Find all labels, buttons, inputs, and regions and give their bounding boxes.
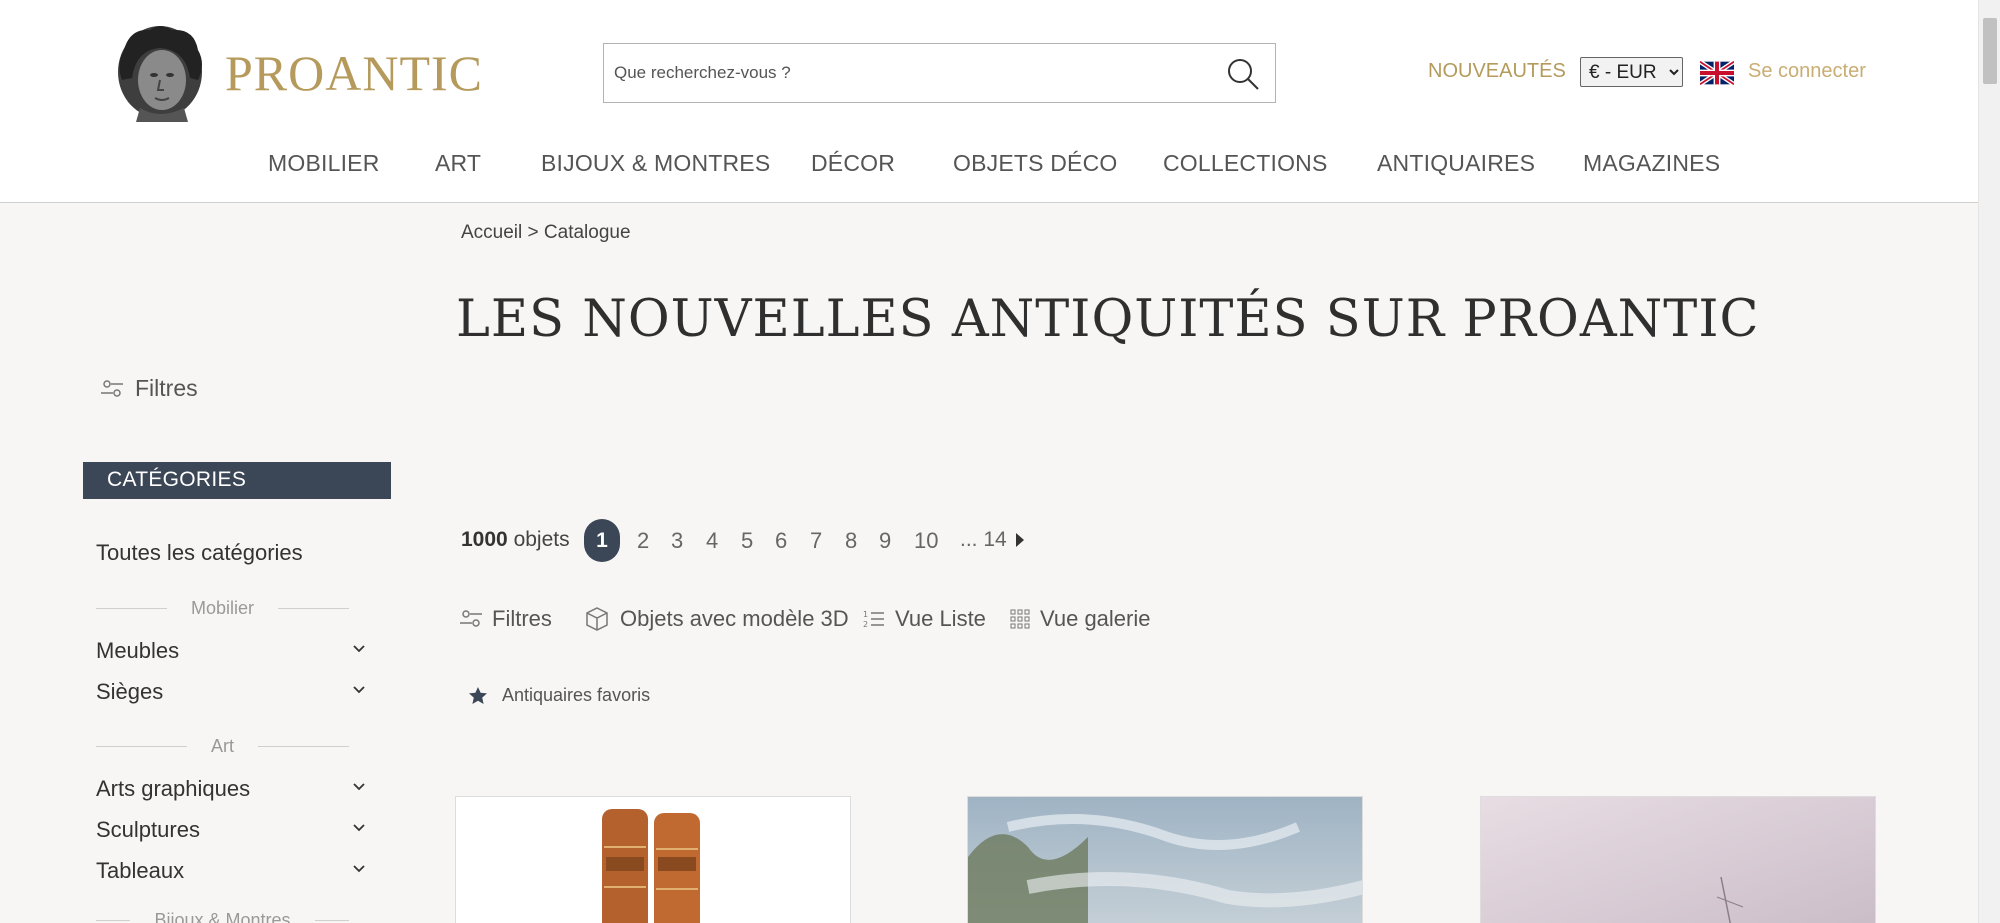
favorite-dealers-label: Antiquaires favoris — [502, 685, 651, 705]
sidebar-item-label: Meubles — [96, 638, 180, 663]
page-9[interactable]: 9 — [879, 528, 891, 554]
nav-antiquaires[interactable]: ANTIQUAIRES — [1377, 150, 1535, 177]
page-1-active[interactable]: 1 — [584, 519, 620, 562]
page-4[interactable]: 4 — [706, 528, 718, 554]
all-categories-link[interactable]: Toutes les catégories — [96, 540, 303, 566]
sidebar-item-label: Tableaux — [96, 858, 185, 883]
chevron-down-icon[interactable] — [352, 780, 366, 794]
star-icon — [469, 687, 487, 704]
nav-magazines[interactable]: MAGAZINES — [1583, 150, 1720, 177]
section-separator-art: Art — [96, 735, 350, 756]
svg-text:2: 2 — [863, 620, 868, 629]
toolbar-filters-button[interactable]: Filtres — [460, 606, 552, 632]
toolbar-3d-models-button[interactable]: Objets avec modèle 3D — [584, 606, 849, 632]
nav-decor[interactable]: DÉCOR — [811, 150, 895, 177]
page-10[interactable]: 10 — [914, 528, 938, 554]
section-separator-mobilier: Mobilier — [96, 598, 349, 618]
list-view-icon: 1 2 — [863, 610, 884, 629]
nav-collections[interactable]: COLLECTIONS — [1163, 150, 1328, 177]
chevron-down-icon[interactable] — [352, 862, 366, 876]
page-7[interactable]: 7 — [810, 528, 822, 554]
page-scrollbar[interactable] — [1978, 0, 2000, 923]
search-input[interactable] — [614, 54, 1194, 92]
filter-icon — [460, 610, 482, 627]
favorite-dealers-toggle[interactable]: Antiquaires favoris — [468, 685, 650, 706]
chevron-down-icon[interactable] — [352, 642, 366, 656]
toolbar-gallery-label: Vue galerie — [1040, 606, 1151, 631]
gallery-grid-icon — [1010, 609, 1030, 629]
toolbar-filters-label: Filtres — [492, 606, 552, 631]
next-page-arrow-icon[interactable] — [1016, 533, 1024, 547]
nav-art[interactable]: ART — [435, 150, 481, 177]
search-icon[interactable] — [1225, 56, 1261, 92]
login-link[interactable]: Se connecter — [1748, 60, 1866, 83]
section-separator-bijoux: Bijoux & Montres — [96, 910, 349, 923]
product-image-landscape-painting[interactable] — [968, 797, 1363, 923]
sidebar-filters-label: Filtres — [135, 375, 198, 401]
sidebar-item-tableaux[interactable]: Tableaux — [96, 858, 366, 884]
scrollbar-thumb[interactable] — [1983, 18, 1997, 84]
page-5[interactable]: 5 — [741, 528, 753, 554]
filter-icon — [101, 379, 123, 397]
uk-flag-icon[interactable] — [1700, 61, 1734, 85]
toolbar-list-label: Vue Liste — [895, 606, 986, 631]
currency-select[interactable]: € - EUR — [1580, 57, 1683, 87]
sidebar-filters-button[interactable]: Filtres — [101, 375, 198, 402]
nav-bijoux-montres[interactable]: BIJOUX & MONTRES — [541, 150, 770, 177]
sidebar-item-arts-graphiques[interactable]: Arts graphiques — [96, 776, 366, 802]
sidebar-item-sculptures[interactable]: Sculptures — [96, 817, 366, 843]
results-count-number: 1000 — [461, 528, 508, 551]
page-8[interactable]: 8 — [845, 528, 857, 554]
chevron-down-icon[interactable] — [352, 821, 366, 835]
search-box — [603, 43, 1276, 103]
categories-header: CATÉGORIES — [83, 462, 391, 499]
svg-text:1: 1 — [863, 610, 868, 619]
sidebar-item-sieges[interactable]: Sièges — [96, 679, 366, 705]
results-count-label: objets — [513, 528, 570, 551]
page-3[interactable]: 3 — [671, 528, 683, 554]
toolbar-3d-label: Objets avec modèle 3D — [620, 606, 849, 631]
product-image-books[interactable] — [456, 797, 851, 923]
nouveautes-link[interactable]: NOUVEAUTÉS — [1428, 60, 1566, 83]
toolbar-gallery-view-button[interactable]: Vue galerie — [1010, 606, 1150, 632]
page-6[interactable]: 6 — [775, 528, 787, 554]
cube-3d-icon — [586, 607, 608, 631]
page-title: LES NOUVELLES ANTIQUITÉS SUR PROANTIC — [456, 290, 1760, 349]
section-label: Bijoux & Montres — [154, 909, 291, 923]
breadcrumb[interactable]: Accueil > Catalogue — [461, 222, 631, 244]
toolbar-list-view-button[interactable]: 1 2 Vue Liste — [863, 606, 986, 632]
product-card[interactable] — [1480, 796, 1876, 923]
sidebar-item-label: Arts graphiques — [96, 776, 251, 801]
section-label: Mobilier — [190, 597, 255, 618]
product-card[interactable] — [455, 796, 851, 923]
results-count: 1000 objets — [461, 528, 570, 552]
logo-text[interactable]: PROANTIC — [225, 44, 483, 102]
nav-mobilier[interactable]: MOBILIER — [268, 150, 380, 177]
site-header: PROANTIC NOUVEAUTÉS € - EUR Se connecter… — [0, 0, 1978, 203]
page-2[interactable]: 2 — [637, 528, 649, 554]
product-card[interactable] — [967, 796, 1363, 923]
section-label: Art — [211, 735, 235, 756]
sidebar-item-label: Sculptures — [96, 817, 200, 842]
page-14[interactable]: ... 14 — [960, 528, 1007, 552]
product-image-seascape-painting[interactable] — [1481, 797, 1876, 923]
nav-objets-deco[interactable]: OBJETS DÉCO — [953, 150, 1118, 177]
chevron-down-icon[interactable] — [352, 683, 366, 697]
logo-head-icon[interactable] — [110, 20, 210, 122]
sidebar-item-label: Sièges — [96, 679, 164, 704]
sidebar-item-meubles[interactable]: Meubles — [96, 638, 366, 664]
